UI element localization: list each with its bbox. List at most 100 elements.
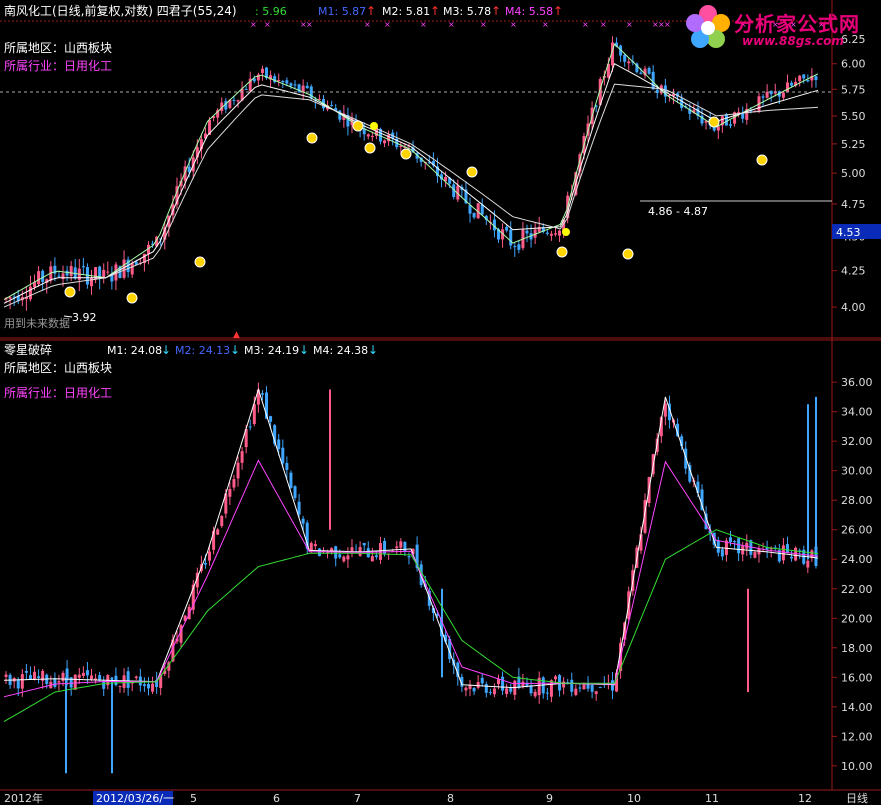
- candle-body: [403, 542, 407, 552]
- candle-body: [374, 555, 378, 558]
- candle-body: [647, 68, 651, 74]
- warning-triangle-icon: ▲: [233, 330, 240, 340]
- candle-body: [501, 676, 505, 691]
- low-annotation: 3.92: [72, 311, 97, 324]
- candle-body: [513, 246, 517, 248]
- candle-body: [94, 267, 98, 280]
- current-price: 4.53: [836, 226, 861, 239]
- candle-body: [525, 230, 529, 234]
- candle-body: [610, 680, 614, 691]
- candle-body: [350, 547, 354, 552]
- candle-body: [85, 670, 89, 676]
- flower-logo-icon: [686, 5, 730, 48]
- price-tick-label: 5.00: [841, 167, 866, 180]
- cross-marker-icon: ×: [250, 20, 257, 29]
- candle-body: [8, 297, 12, 299]
- candle-body: [509, 229, 513, 246]
- bottom-candles: [4, 382, 818, 774]
- cross-marker-icon: ×: [306, 20, 313, 29]
- candle-body: [497, 679, 501, 685]
- stock-chart: 6.256.005.755.505.255.004.754.504.254.00…: [0, 0, 881, 805]
- signal-bell-icon: [400, 148, 412, 160]
- candle-body: [28, 675, 32, 680]
- candle-body: [220, 516, 224, 527]
- down-arrow-icon: ↓: [299, 343, 309, 357]
- price-tick-label: 5.75: [841, 83, 866, 96]
- candle-body: [509, 688, 513, 692]
- signal-bell-icon: [194, 256, 206, 268]
- value-tick-label: 12.00: [841, 730, 873, 743]
- top-ma-line-m1: [3, 43, 819, 301]
- candle-body: [37, 676, 41, 678]
- candle-body: [533, 691, 537, 697]
- candle-body: [346, 555, 350, 560]
- value-tick-label: 22.00: [841, 583, 873, 596]
- future-data-note: 用到未来数据: [4, 316, 70, 330]
- top-m2-value: M2: 5.81: [382, 5, 430, 18]
- candle-body: [370, 556, 374, 562]
- value-tick-label: 32.00: [841, 435, 873, 448]
- candle-body: [741, 113, 745, 119]
- candle-body: [362, 542, 366, 546]
- down-arrow-icon: ↓: [368, 343, 378, 357]
- top-region-label: 所属地区：山西板块: [4, 41, 112, 55]
- candle-body: [289, 83, 293, 86]
- candle-body: [370, 136, 374, 138]
- bottom-ma-line-m3: [3, 459, 819, 698]
- candle-body: [289, 472, 293, 488]
- candle-body: [492, 688, 496, 695]
- signal-bell-icon: [126, 292, 138, 304]
- candle-body: [594, 691, 598, 694]
- candle-body: [293, 84, 297, 86]
- candle-body: [277, 439, 281, 450]
- cross-marker-icon: ×: [384, 20, 391, 29]
- candle-body: [790, 82, 794, 86]
- candle-body: [236, 100, 240, 102]
- candle-body: [342, 556, 346, 562]
- bottom-m3-value: M3: 24.19: [244, 344, 299, 357]
- candle-body: [24, 671, 28, 673]
- x-label-month-9: 9: [546, 792, 553, 805]
- candle-body: [558, 230, 562, 236]
- cross-marker-icon: ×: [510, 20, 517, 29]
- candle-body: [228, 488, 232, 497]
- candle-body: [134, 676, 138, 679]
- value-tick-label: 16.00: [841, 671, 873, 684]
- candle-body: [639, 72, 643, 75]
- candle-body: [4, 674, 8, 677]
- candle-body: [802, 74, 806, 79]
- value-tick-label: 10.00: [841, 760, 873, 773]
- candle-body: [146, 683, 150, 689]
- candle-body: [468, 205, 472, 214]
- candle-body: [472, 687, 476, 692]
- candle-body: [733, 541, 737, 543]
- top-m3-value: M3: 5.78: [443, 5, 491, 18]
- candle-body: [77, 674, 81, 678]
- top-industry-label: 所属行业：日用化工: [4, 59, 112, 73]
- candle-body: [281, 447, 285, 464]
- signal-bell-icon: [556, 246, 568, 258]
- candle-body: [798, 75, 802, 82]
- candle-body: [366, 134, 370, 137]
- up-arrow-icon: ↑: [430, 4, 440, 18]
- candle-body: [590, 684, 594, 692]
- candle-body: [570, 679, 574, 692]
- signal-bell-icon: [352, 120, 364, 132]
- candle-body: [488, 692, 492, 694]
- candle-body: [98, 266, 102, 278]
- candle-body: [126, 671, 130, 688]
- top-chart-title: 南风化工(日线,前复权,对数) 四君子(55,24): [4, 3, 237, 18]
- candle-body: [94, 678, 98, 680]
- cross-marker-icon: ×: [542, 20, 549, 29]
- cross-marker-icon: ×: [600, 20, 607, 29]
- signal-bell-icon: [306, 132, 318, 144]
- bottom-ma-line-m4: [3, 529, 819, 723]
- value-tick-label: 20.00: [841, 612, 873, 625]
- candle-body: [20, 674, 24, 689]
- candle-body: [407, 556, 411, 558]
- candle-body: [248, 426, 252, 428]
- bottom-m2-value: M2: 24.13: [175, 344, 230, 357]
- signal-bell-icon: [708, 116, 720, 128]
- candle-body: [285, 462, 289, 470]
- x-label-month-12: 12: [798, 792, 812, 805]
